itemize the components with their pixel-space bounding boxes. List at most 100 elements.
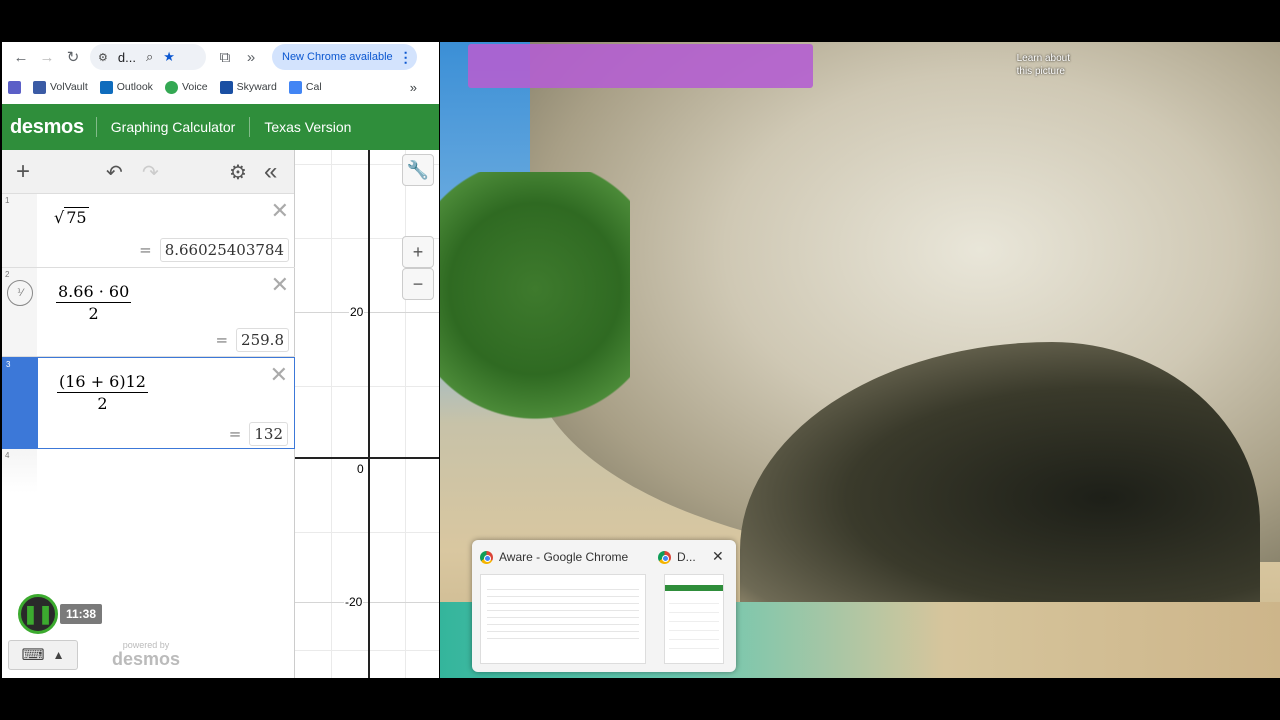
screen: ← → ↻ ⚙ d... ⌕ ★ ⧉ » New Chrome availabl… [0, 0, 1280, 720]
address-bar[interactable]: ⚙ d... ⌕ ★ [90, 44, 206, 70]
window-2-thumbnail[interactable] [664, 574, 724, 664]
recording-timer: 11:38 [60, 604, 103, 624]
nav-graphing-calculator[interactable]: Graphing Calculator [97, 117, 250, 137]
denominator: 2 [97, 394, 108, 413]
extensions-icon[interactable]: ⧉ [212, 44, 238, 70]
outlook-icon [99, 80, 113, 94]
close-preview-icon[interactable]: ✕ [712, 548, 724, 565]
learn-line-2: this picture [1016, 66, 1065, 77]
grid-line [331, 150, 332, 678]
grid-line [295, 386, 439, 387]
fraction: (16 + 6)12 2 [57, 372, 148, 413]
keyboard-icon: ⌨ [21, 647, 45, 664]
grid-line [295, 312, 439, 313]
thumbnail-content [669, 595, 719, 655]
desmos-logo[interactable]: desmos [2, 117, 97, 137]
bookmark-label: Voice [181, 81, 208, 93]
chrome-icon [480, 550, 493, 564]
undo-icon[interactable]: ↶ [106, 160, 123, 185]
bookmark-skyward[interactable]: Skyward [219, 80, 277, 94]
screen-recorder-widget: ❚❚ 11:38 [18, 594, 103, 634]
window-1-thumbnail[interactable] [480, 574, 646, 664]
fraction-toggle-icon[interactable]: ⅟ [7, 280, 33, 306]
annotation-toolbar[interactable] [468, 44, 813, 88]
site-settings-icon[interactable]: ⚙ [98, 51, 108, 64]
expression-result: = 259.8 [215, 328, 289, 352]
keyboard-toggle-button[interactable]: ⌨ ▲ [8, 640, 78, 670]
window-1-title: Aware - Google Chrome [499, 550, 629, 564]
forward-icon[interactable]: → [34, 44, 60, 70]
bookmark-star-icon[interactable]: ★ [163, 49, 175, 65]
grid-line [405, 150, 406, 678]
new-chrome-label: New Chrome available [282, 51, 393, 63]
wallpaper-trees [440, 172, 630, 432]
nav-texas-version[interactable]: Texas Version [249, 117, 365, 137]
y-axis [368, 150, 370, 678]
desmos-footer-logo: desmos [112, 649, 181, 669]
y-tick-label: 20 [349, 305, 365, 319]
x-axis [295, 457, 439, 459]
y-tick-label: -20 [344, 595, 364, 609]
chrome-window: ← → ↻ ⚙ d... ⌕ ★ ⧉ » New Chrome availabl… [2, 42, 439, 678]
expression-list: + ↶ ↷ ⚙ « 1 ✕ √ 75 = 8.66025403784 2 ⅟ ✕… [2, 150, 295, 678]
bookmark-label: Cal [305, 81, 322, 93]
bookmark-voice[interactable]: Voice [164, 80, 208, 94]
voice-icon [164, 80, 178, 94]
radicand: 75 [64, 207, 89, 227]
grid-line [295, 602, 439, 603]
bookmarks-bar: VolVault Outlook Voice Skyward Cal » [2, 74, 439, 100]
expression-math[interactable]: (16 + 6)12 2 [57, 372, 148, 413]
expression-gutter: 1 [2, 194, 37, 267]
grid-line [295, 650, 439, 651]
expression-math[interactable]: 8.66 · 60 2 [56, 282, 132, 323]
new-chrome-available-button[interactable]: New Chrome available ⋮ [272, 44, 417, 70]
settings-gear-icon[interactable]: ⚙ [229, 160, 247, 185]
expression-number: 3 [6, 360, 11, 369]
collapse-list-icon[interactable]: « [264, 158, 277, 186]
reload-icon[interactable]: ↻ [60, 44, 86, 70]
more-bookmarks-chevron-icon[interactable]: » [410, 80, 417, 95]
delete-expression-icon[interactable]: ✕ [271, 198, 289, 224]
expression-math[interactable]: √ 75 [54, 207, 89, 227]
graph-settings-wrench-icon[interactable]: 🔧 [402, 154, 434, 186]
taskbar-window-preview: Aware - Google Chrome D... ✕ [472, 540, 736, 672]
result-value: 132 [249, 422, 288, 446]
preview-window-2-title[interactable]: D... [658, 550, 696, 564]
expression-result: = 8.66025403784 [139, 238, 289, 262]
bookmark-volvault[interactable]: VolVault [33, 80, 88, 94]
equals-sign: = [139, 241, 152, 259]
teams-bookmark[interactable] [8, 80, 21, 94]
skyward-icon [219, 80, 233, 94]
graph-paper[interactable]: 20 0 -20 🔧 + − [295, 150, 439, 678]
add-item-icon[interactable]: + [16, 158, 30, 186]
zoom-in-button[interactable]: + [402, 236, 434, 268]
grid-line [295, 532, 439, 533]
back-icon[interactable]: ← [8, 44, 34, 70]
calendar-icon [288, 80, 302, 94]
zoom-icon[interactable]: ⌕ [146, 49, 153, 65]
zoom-out-button[interactable]: − [402, 268, 434, 300]
more-tools-chevron-icon[interactable]: » [238, 44, 264, 70]
thumbnail-content [487, 583, 639, 643]
expression-row-4[interactable]: 4 [2, 449, 295, 493]
redo-icon[interactable]: ↷ [142, 160, 159, 185]
delete-expression-icon[interactable]: ✕ [270, 362, 288, 388]
learn-about-picture-link[interactable]: Learn about this picture [1017, 52, 1070, 78]
equals-sign: = [215, 331, 229, 349]
chrome-toolbar: ← → ↻ ⚙ d... ⌕ ★ ⧉ » New Chrome availabl… [2, 42, 439, 72]
menu-dots-icon[interactable]: ⋮ [399, 49, 413, 66]
bookmark-label: Skyward [236, 81, 277, 93]
chrome-icon [658, 550, 671, 564]
powered-by-desmos: powered by desmos [112, 640, 180, 668]
bookmark-cal[interactable]: Cal [288, 80, 322, 94]
bookmark-outlook[interactable]: Outlook [99, 80, 153, 94]
pause-recording-icon[interactable]: ❚❚ [18, 594, 58, 634]
preview-window-1-title[interactable]: Aware - Google Chrome [480, 550, 628, 564]
expression-row-3[interactable]: 3 ✕ (16 + 6)12 2 = 132 [2, 357, 295, 449]
expression-number: 1 [5, 196, 10, 205]
expression-gutter-selected: 3 [3, 358, 38, 448]
sqrt-symbol: √ [54, 208, 65, 227]
delete-expression-icon[interactable]: ✕ [271, 272, 289, 298]
expression-row-1[interactable]: 1 ✕ √ 75 = 8.66025403784 [2, 194, 295, 268]
expression-row-2[interactable]: 2 ⅟ ✕ 8.66 · 60 2 = 259.8 [2, 268, 295, 357]
